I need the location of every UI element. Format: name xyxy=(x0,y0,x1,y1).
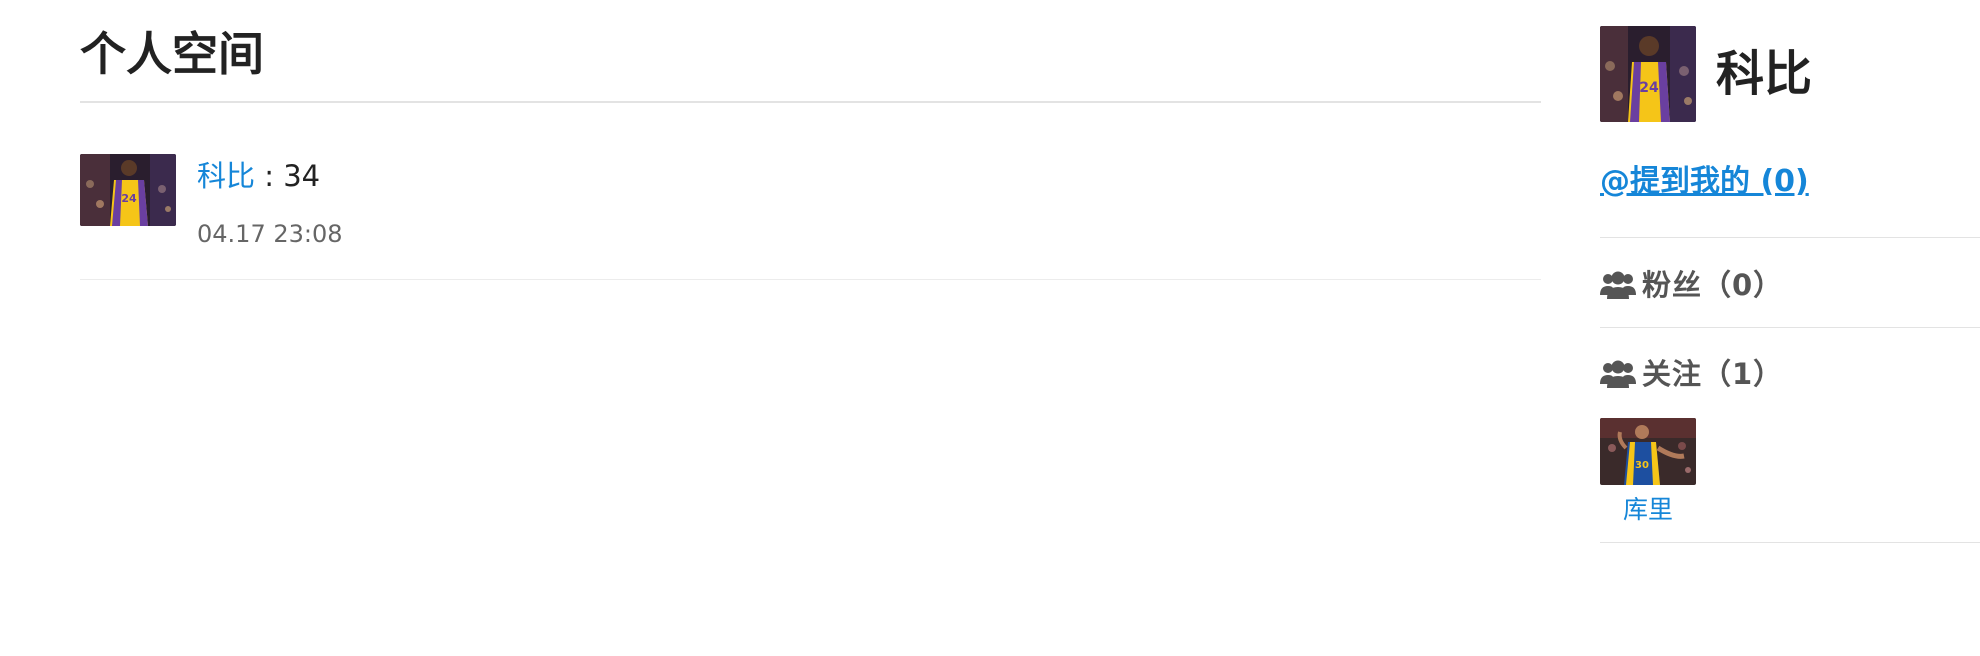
profile-sidebar: 24 科比 @提到我的 (0) 粉丝（0） 关注（1） 30 库里 xyxy=(1600,0,1980,656)
post-content: 34 xyxy=(283,159,321,193)
svg-text:30: 30 xyxy=(1635,460,1649,471)
post-author-avatar[interactable]: 24 xyxy=(80,154,176,226)
post-separator: : xyxy=(264,159,275,193)
following-stat[interactable]: 关注（1） xyxy=(1600,352,1783,396)
following-label: 关注（1） xyxy=(1642,357,1784,391)
sidebar-divider xyxy=(1600,237,1980,238)
followers-label: 粉丝（0） xyxy=(1642,268,1784,302)
users-icon xyxy=(1600,359,1636,389)
post-timestamp: 04.17 23:08 xyxy=(197,220,343,248)
following-user-avatar[interactable]: 30 xyxy=(1600,418,1696,485)
following-user-name[interactable]: 库里 xyxy=(1600,490,1696,530)
followers-stat[interactable]: 粉丝（0） xyxy=(1600,263,1783,307)
post-author-link[interactable]: 科比 xyxy=(197,159,255,193)
post-line: 科比 : 34 xyxy=(197,154,320,198)
post-item: 24 科比 : 34 04.17 23:08 xyxy=(80,154,1541,279)
sidebar-divider xyxy=(1600,542,1980,543)
svg-text:24: 24 xyxy=(121,192,137,205)
mentions-link[interactable]: @提到我的 (0) xyxy=(1600,158,1809,206)
page-title: 个人空间 xyxy=(80,27,264,81)
sidebar-divider xyxy=(1600,327,1980,328)
profile-avatar[interactable]: 24 xyxy=(1600,26,1696,122)
personal-space-page: 个人空间 24 科比 : 34 04.17 23:08 24 科比 @提到我的 … xyxy=(0,0,1980,656)
svg-text:24: 24 xyxy=(1639,80,1659,96)
post-divider xyxy=(80,279,1541,280)
following-user-card[interactable]: 30 库里 xyxy=(1600,418,1696,528)
users-icon xyxy=(1600,270,1636,300)
profile-username: 科比 xyxy=(1716,46,1813,102)
title-divider xyxy=(80,101,1541,103)
